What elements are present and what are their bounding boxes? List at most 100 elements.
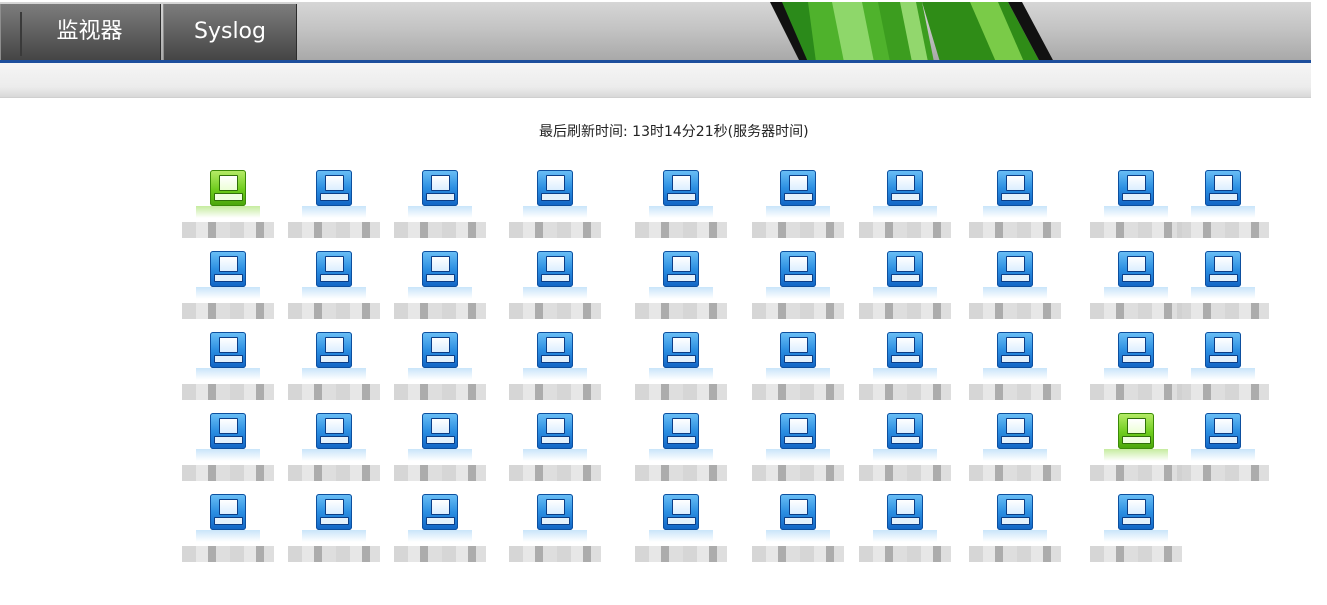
device-label-redacted	[969, 303, 1061, 319]
device-item[interactable]	[748, 170, 848, 246]
device-item[interactable]	[390, 170, 490, 246]
device-item[interactable]	[631, 413, 731, 489]
device-label-redacted	[859, 303, 951, 319]
sub-toolbar	[0, 63, 1311, 98]
device-item[interactable]	[855, 494, 955, 570]
device-item[interactable]	[631, 251, 731, 327]
device-item[interactable]	[855, 413, 955, 489]
device-item[interactable]	[390, 332, 490, 408]
device-item[interactable]	[965, 413, 1065, 489]
icon-reflection	[766, 206, 830, 218]
device-item[interactable]	[390, 251, 490, 327]
device-label-redacted	[394, 222, 486, 238]
device-label-redacted	[288, 546, 380, 562]
tab-syslog[interactable]: Syslog	[163, 4, 297, 60]
device-label-redacted	[859, 384, 951, 400]
device-item[interactable]	[505, 413, 605, 489]
device-item[interactable]	[178, 413, 278, 489]
device-item[interactable]	[390, 494, 490, 570]
device-label-redacted	[752, 465, 844, 481]
device-item[interactable]	[748, 413, 848, 489]
device-item[interactable]	[965, 494, 1065, 570]
device-item[interactable]	[284, 494, 384, 570]
computer-icon	[663, 413, 699, 449]
computer-icon	[1118, 332, 1154, 368]
icon-reflection	[302, 368, 366, 380]
computer-icon	[997, 170, 1033, 206]
icon-reflection	[523, 206, 587, 218]
device-item[interactable]	[1173, 251, 1273, 327]
device-item[interactable]	[284, 170, 384, 246]
device-item[interactable]	[178, 494, 278, 570]
device-label-redacted	[635, 465, 727, 481]
device-label-redacted	[635, 546, 727, 562]
device-item[interactable]	[965, 170, 1065, 246]
device-item[interactable]	[631, 332, 731, 408]
device-label-redacted	[394, 303, 486, 319]
device-label-redacted	[752, 546, 844, 562]
icon-reflection	[1104, 449, 1168, 461]
device-label-redacted	[1177, 384, 1269, 400]
device-item[interactable]	[284, 413, 384, 489]
device-item[interactable]	[178, 332, 278, 408]
device-item[interactable]	[1173, 332, 1273, 408]
icon-reflection	[873, 206, 937, 218]
computer-icon	[210, 170, 246, 206]
computer-icon	[663, 170, 699, 206]
device-item[interactable]	[284, 332, 384, 408]
computer-icon	[422, 170, 458, 206]
device-item[interactable]	[1086, 332, 1186, 408]
device-item[interactable]	[505, 170, 605, 246]
tab-syslog-label: Syslog	[194, 19, 266, 44]
computer-icon	[1205, 251, 1241, 287]
device-item[interactable]	[965, 332, 1065, 408]
computer-icon	[1118, 413, 1154, 449]
device-label-redacted	[182, 222, 274, 238]
icon-reflection	[766, 530, 830, 542]
icon-reflection	[302, 449, 366, 461]
device-item[interactable]	[1086, 413, 1186, 489]
device-item[interactable]	[631, 494, 731, 570]
computer-icon	[1118, 494, 1154, 530]
icon-reflection	[408, 449, 472, 461]
device-item[interactable]	[748, 251, 848, 327]
icon-reflection	[523, 368, 587, 380]
device-item[interactable]	[1086, 251, 1186, 327]
device-item[interactable]	[1086, 494, 1186, 570]
icon-reflection	[983, 530, 1047, 542]
device-label-redacted	[509, 222, 601, 238]
device-label-redacted	[969, 384, 1061, 400]
device-label-redacted	[1177, 465, 1269, 481]
device-label-redacted	[182, 465, 274, 481]
computer-icon	[887, 251, 923, 287]
device-label-redacted	[859, 222, 951, 238]
device-label-redacted	[288, 303, 380, 319]
device-label-redacted	[859, 465, 951, 481]
device-item[interactable]	[284, 251, 384, 327]
computer-icon	[780, 413, 816, 449]
device-item[interactable]	[855, 251, 955, 327]
tab-monitor[interactable]: 监视器	[0, 4, 161, 60]
computer-icon	[422, 494, 458, 530]
device-item[interactable]	[855, 170, 955, 246]
computer-icon	[997, 413, 1033, 449]
device-item[interactable]	[748, 494, 848, 570]
device-item[interactable]	[505, 494, 605, 570]
computer-icon	[537, 170, 573, 206]
device-item[interactable]	[855, 332, 955, 408]
device-item[interactable]	[1086, 170, 1186, 246]
device-item[interactable]	[748, 332, 848, 408]
device-item[interactable]	[505, 332, 605, 408]
device-item[interactable]	[631, 170, 731, 246]
icon-reflection	[983, 449, 1047, 461]
computer-icon	[780, 494, 816, 530]
device-item[interactable]	[965, 251, 1065, 327]
device-label-redacted	[969, 222, 1061, 238]
device-item[interactable]	[178, 170, 278, 246]
device-item[interactable]	[178, 251, 278, 327]
device-item[interactable]	[390, 413, 490, 489]
device-item[interactable]	[1173, 170, 1273, 246]
device-item[interactable]	[1173, 413, 1273, 489]
device-item[interactable]	[505, 251, 605, 327]
icon-reflection	[196, 449, 260, 461]
